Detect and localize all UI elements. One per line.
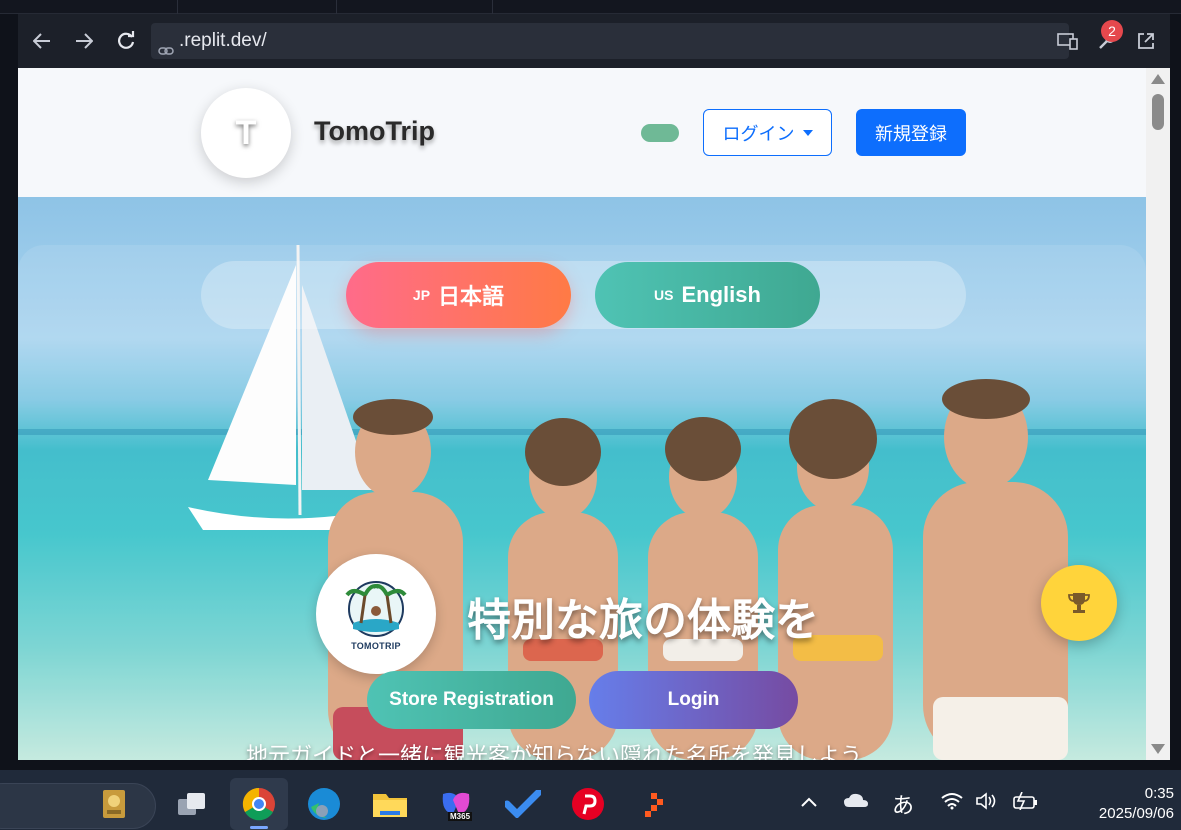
badge-logo-text: TOMOTRIP (351, 641, 401, 651)
store-registration-button[interactable]: Store Registration (367, 671, 576, 729)
windows-taskbar: M365 あ 0:35 2025/09/06 (0, 770, 1181, 830)
page-viewport: T TomoTrip ログイン 新規登録 JP 日本語 US English T… (18, 68, 1170, 760)
volume-icon[interactable] (975, 792, 999, 815)
open-external-icon[interactable] (1132, 27, 1160, 55)
site-logo[interactable]: T (201, 88, 291, 178)
flag-us-icon: US (654, 287, 674, 303)
tomotrip-badge-logo: TOMOTRIP (316, 554, 436, 674)
hero-section: JP 日本語 US English TOMOTRIP 特別な旅の体験を Stor… (18, 197, 1146, 760)
todo-check-icon[interactable] (505, 786, 541, 822)
clock-date: 2025/09/06 (1098, 805, 1174, 822)
hero-login-button[interactable]: Login (589, 671, 798, 729)
login-dropdown[interactable]: ログイン (703, 109, 832, 156)
palm-tree-icon (345, 581, 407, 637)
language-japanese-button[interactable]: JP 日本語 (346, 262, 571, 328)
language-japanese-label: 日本語 (438, 284, 505, 309)
scrollbar-thumb[interactable] (1152, 94, 1164, 130)
tab[interactable] (0, 0, 178, 14)
forward-arrow-icon[interactable] (70, 27, 98, 55)
taskbar-search[interactable] (0, 783, 156, 829)
chevron-up-icon[interactable] (800, 792, 818, 813)
notification-badge: 2 (1101, 20, 1123, 42)
taskbar-clock[interactable]: 0:35 2025/09/06 (1062, 784, 1174, 824)
site-header: T TomoTrip ログイン 新規登録 (18, 68, 1146, 197)
back-arrow-icon[interactable] (28, 27, 56, 55)
file-explorer-icon[interactable] (372, 786, 408, 822)
reload-icon[interactable] (112, 27, 140, 55)
wifi-icon[interactable] (940, 792, 964, 815)
tab[interactable] (337, 0, 493, 14)
link-icon (158, 34, 174, 55)
browser-tab-strip (0, 0, 1181, 14)
hero-subtitle: 地元ガイドと一緒に観光客が知らない隠れた名所を発見しよう (246, 743, 863, 760)
url-bar[interactable]: .replit.dev/ (151, 23, 1069, 59)
caret-down-icon (802, 129, 813, 136)
app-tile-icon[interactable] (636, 786, 672, 822)
brand-name[interactable]: TomoTrip (314, 116, 435, 147)
scroll-down-icon[interactable] (1151, 744, 1165, 754)
vertical-scrollbar[interactable] (1146, 68, 1170, 760)
pinterest-icon[interactable] (570, 786, 606, 822)
url-text: .replit.dev/ (179, 30, 267, 51)
trophy-icon[interactable] (1041, 565, 1117, 641)
language-switcher (201, 261, 966, 329)
hero-title: 特別な旅の体験を (467, 596, 819, 645)
task-view-icon[interactable] (174, 786, 210, 822)
chrome-icon[interactable] (241, 786, 277, 822)
tab[interactable] (178, 0, 337, 14)
language-english-label: English (681, 282, 761, 307)
m365-copilot-icon[interactable]: M365 (438, 786, 474, 822)
webview-toolbar: .replit.dev/ (18, 14, 1170, 68)
signup-button[interactable]: 新規登録 (856, 109, 966, 156)
toggle-switch[interactable] (641, 124, 679, 142)
clock-time: 0:35 (1144, 785, 1174, 802)
flag-jp-icon: JP (412, 287, 431, 303)
language-english-button[interactable]: US English (595, 262, 820, 328)
battery-charging-icon[interactable] (1012, 791, 1038, 815)
onedrive-cloud-icon[interactable] (843, 792, 869, 813)
login-dropdown-label: ログイン (722, 123, 795, 144)
widgets-icon[interactable] (96, 786, 132, 822)
m365-label: M365 (448, 812, 473, 821)
edge-icon[interactable] (306, 786, 342, 822)
ime-indicator[interactable]: あ (892, 788, 914, 820)
devices-icon[interactable] (1054, 27, 1082, 55)
scroll-up-icon[interactable] (1151, 74, 1165, 84)
